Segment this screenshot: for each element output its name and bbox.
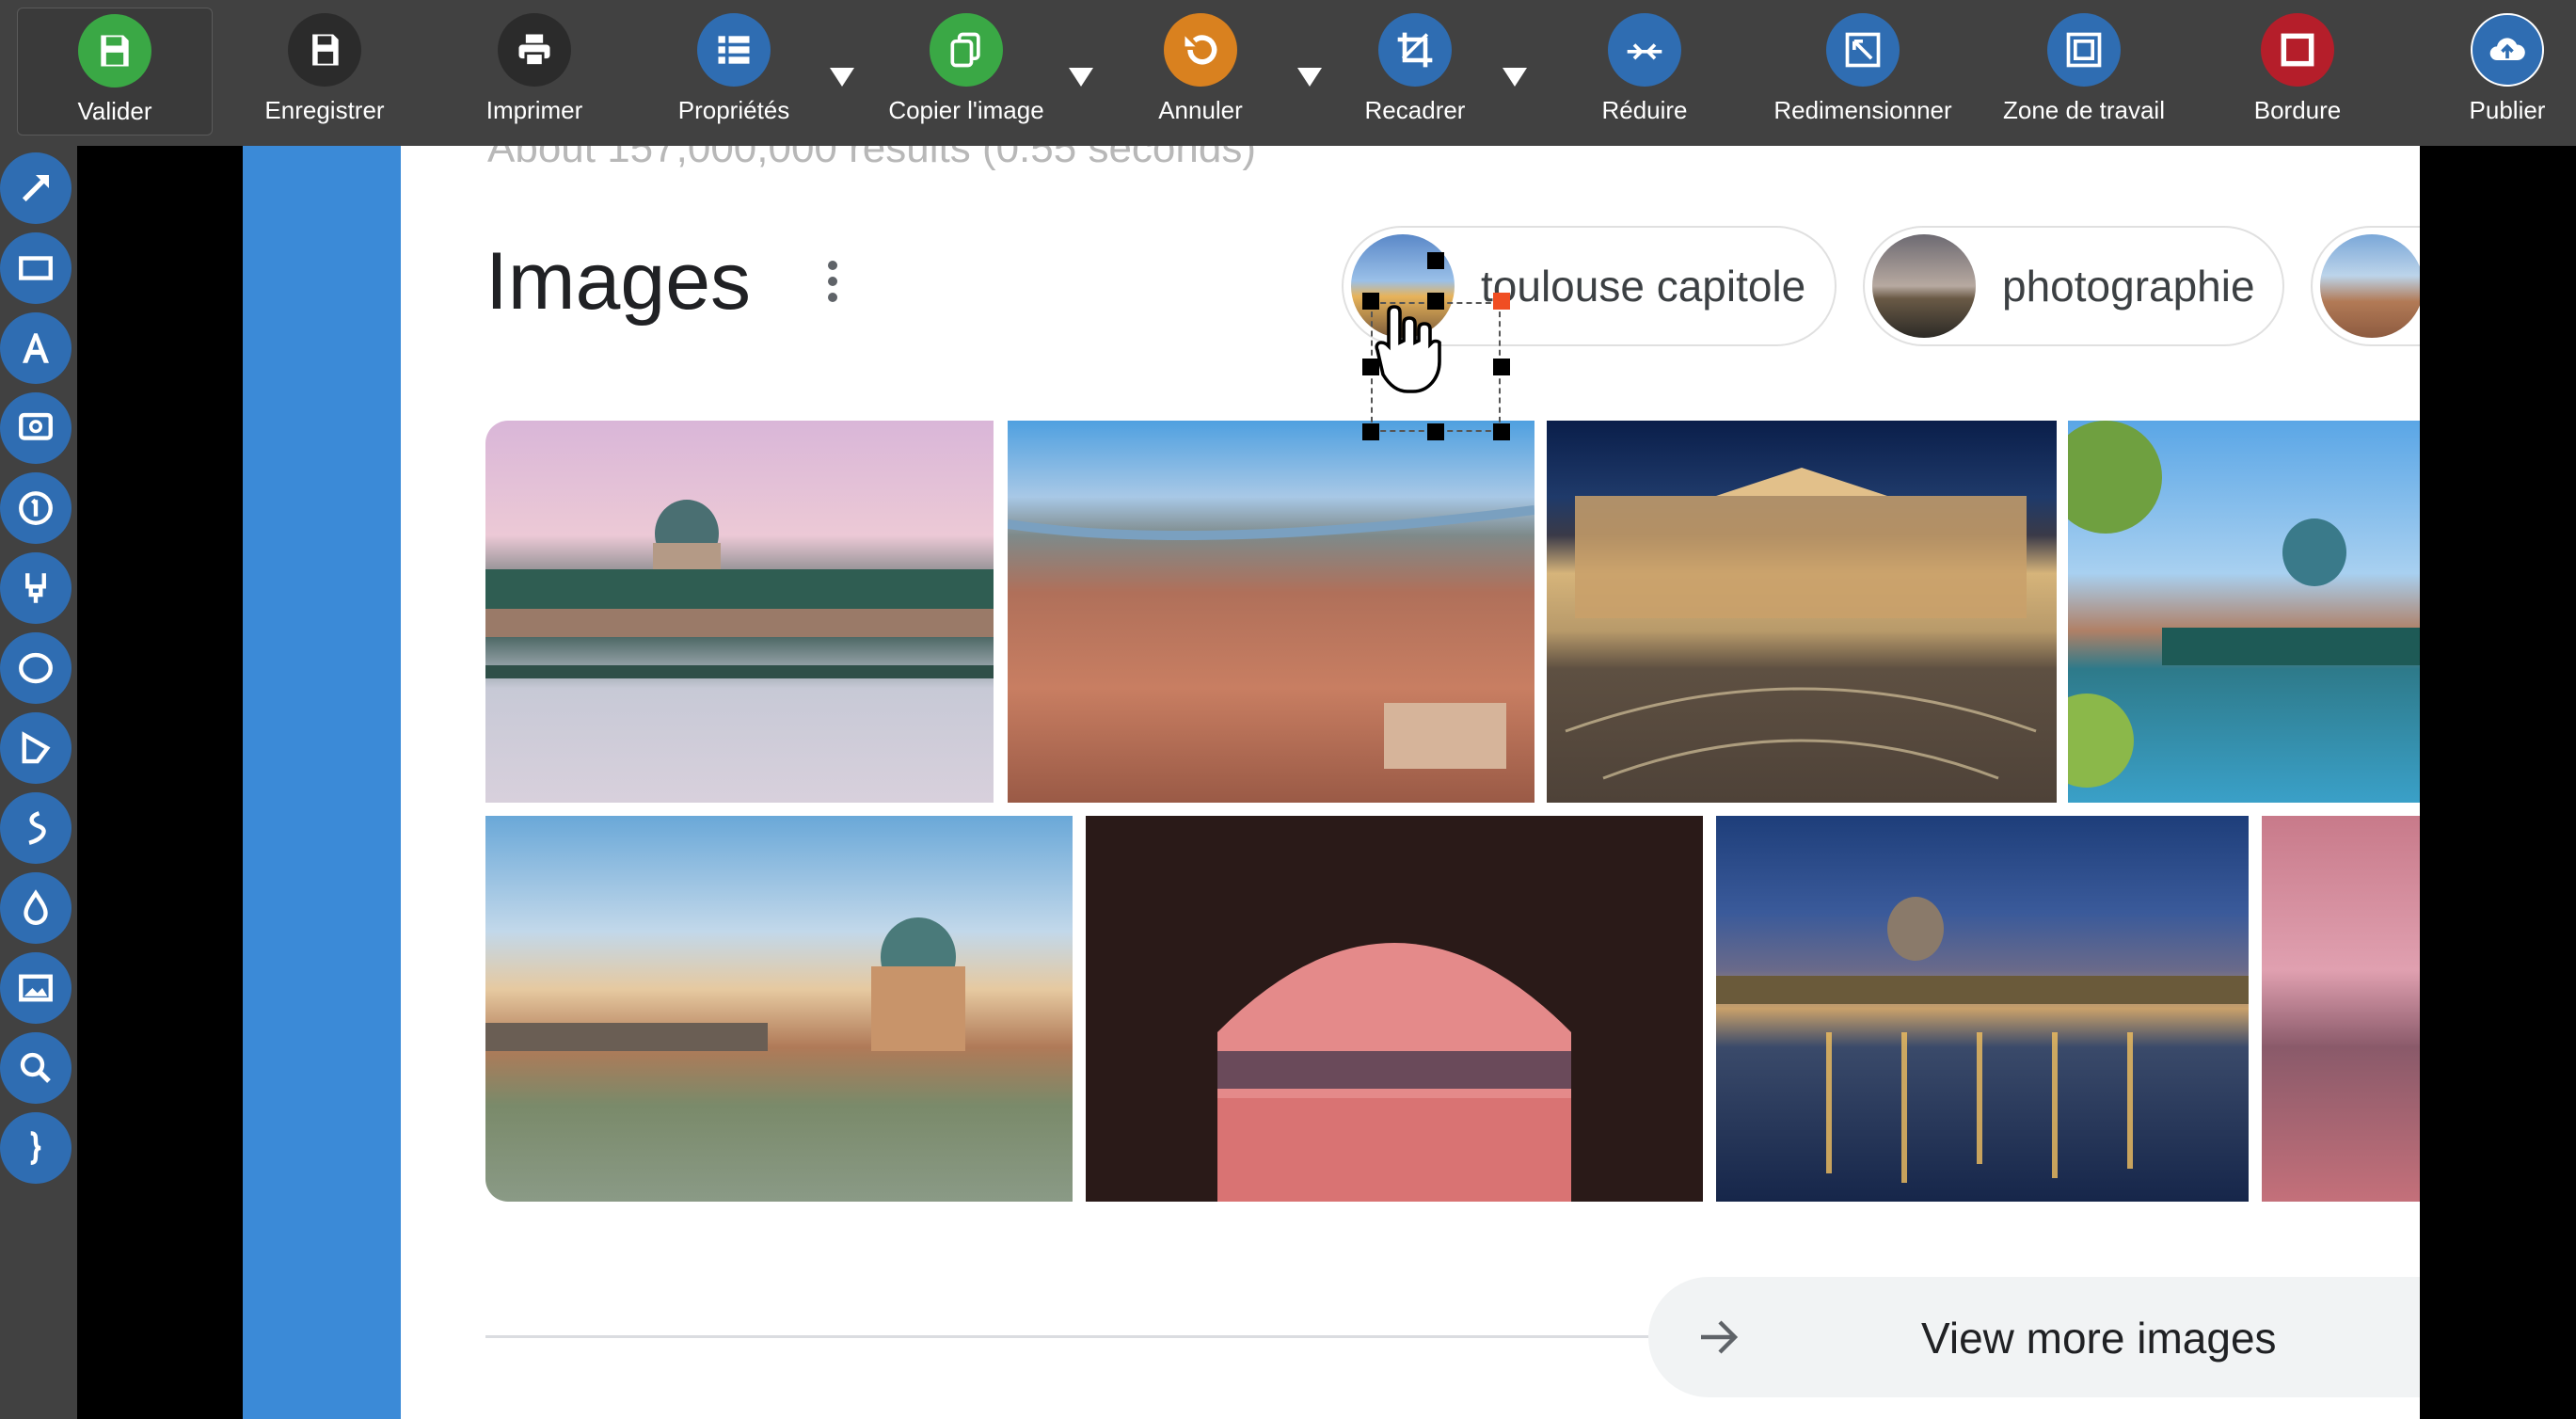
border-button[interactable]: Bordure (2222, 8, 2373, 134)
rectangle-tool-icon[interactable] (0, 232, 72, 304)
image-result-bridge-dome[interactable] (485, 421, 994, 803)
list-icon (697, 13, 771, 87)
chip-thumbnail (2320, 234, 2420, 338)
crop-label: Recadrer (1364, 96, 1466, 124)
copy-image-label: Copier l'image (888, 96, 1044, 124)
canvas-area-icon (2047, 13, 2121, 87)
arrow-tool-icon[interactable] (0, 152, 72, 224)
undo-dropdown-icon[interactable] (1297, 68, 1322, 87)
image-result-capitole-night[interactable] (1547, 421, 2057, 803)
floppy-disk-icon (78, 14, 151, 88)
copy-icon (930, 13, 1003, 87)
selection-handle[interactable] (1427, 252, 1444, 269)
compress-icon (1608, 13, 1681, 87)
chip-label: photographie (2002, 262, 2255, 311)
chip-thumbnail (1872, 234, 1976, 338)
border-icon (2261, 13, 2334, 87)
rotation-handle[interactable] (1493, 293, 1510, 310)
resize-label: Redimensionner (1773, 96, 1952, 124)
polygon-tool-icon[interactable] (0, 712, 72, 784)
save-button[interactable]: Enregistrer (240, 8, 409, 134)
crop-dropdown-icon[interactable] (1503, 68, 1527, 87)
image-result-garonne-bridge[interactable] (2068, 421, 2420, 803)
properties-button[interactable]: Propriétés (659, 8, 809, 134)
arrow-right-icon (1701, 1320, 1739, 1354)
publish-label: Publier (2469, 96, 2546, 124)
border-label: Bordure (2253, 96, 2342, 124)
copy-dropdown-icon[interactable] (1069, 68, 1093, 87)
step-number-tool-icon[interactable] (0, 472, 72, 544)
selection-handle[interactable] (1493, 423, 1510, 440)
selection-handle[interactable] (1427, 423, 1444, 440)
caption-tool-icon[interactable] (0, 392, 72, 464)
image-result-bridge-night[interactable] (1716, 816, 2249, 1202)
chip-partial[interactable] (2311, 226, 2420, 346)
page-left-strip (243, 146, 401, 1419)
undo-label: Annuler (1158, 96, 1243, 124)
freehand-tool-icon[interactable] (0, 792, 72, 864)
validate-label: Valider (77, 97, 152, 125)
magnify-tool-icon[interactable] (0, 1032, 72, 1104)
resize-icon (1826, 13, 1900, 87)
undo-button[interactable]: Annuler (1125, 8, 1276, 134)
blur-tool-icon[interactable] (0, 872, 72, 944)
reduce-label: Réduire (1601, 96, 1688, 124)
ellipse-tool-icon[interactable] (0, 632, 72, 704)
properties-label: Propriétés (677, 96, 790, 124)
brace-tool-icon[interactable] (0, 1112, 72, 1184)
image-tool-icon[interactable] (0, 952, 72, 1024)
undo-icon (1164, 13, 1237, 87)
highlighter-tool-icon[interactable] (0, 552, 72, 624)
crop-button[interactable]: Recadrer (1340, 8, 1490, 134)
results-count-text: About 157,000,000 results (0.55 seconds) (487, 146, 1256, 171)
print-button[interactable]: Imprimer (450, 8, 619, 134)
publish-button[interactable]: Publier (2437, 8, 2576, 134)
image-result-aerial-city[interactable] (1008, 421, 1534, 803)
cloud-upload-icon (2471, 13, 2544, 87)
workspace-label: Zone de travail (2003, 96, 2165, 124)
save-label: Enregistrer (264, 96, 385, 124)
workspace-button[interactable]: Zone de travail (1987, 8, 2181, 134)
image-result-arch-sunset[interactable] (1086, 816, 1703, 1202)
tool-sidebar (0, 146, 77, 1419)
reduce-button[interactable]: Réduire (1569, 8, 1720, 134)
save-as-icon (288, 13, 361, 87)
crop-icon (1378, 13, 1452, 87)
selection-handle[interactable] (1493, 359, 1510, 375)
resize-button[interactable]: Redimensionner (1764, 8, 1962, 134)
print-label: Imprimer (485, 96, 583, 124)
validate-button[interactable]: Valider (17, 8, 213, 136)
copy-image-button[interactable]: Copier l'image (875, 8, 1057, 134)
image-result-hospital-dome[interactable] (485, 816, 1073, 1202)
view-more-images-button[interactable]: View more images (1648, 1277, 2420, 1397)
hand-cursor-icon (1375, 305, 1441, 393)
divider-line (485, 1335, 1648, 1338)
text-tool-icon[interactable] (0, 312, 72, 384)
printer-icon (498, 13, 571, 87)
more-options-icon[interactable] (826, 261, 839, 309)
images-section-title: Images (485, 236, 752, 327)
image-result-pink-sky[interactable] (2262, 816, 2420, 1202)
chip-label: toulouse capitole (1481, 262, 1806, 311)
selection-handle[interactable] (1362, 423, 1379, 440)
chip-photographie[interactable]: photographie (1863, 226, 2284, 346)
editor-toolbar: Valider Enregistrer Imprimer Propriétés … (0, 0, 2576, 146)
view-more-images-label: View more images (1921, 1314, 2277, 1363)
properties-dropdown-icon[interactable] (830, 68, 854, 87)
